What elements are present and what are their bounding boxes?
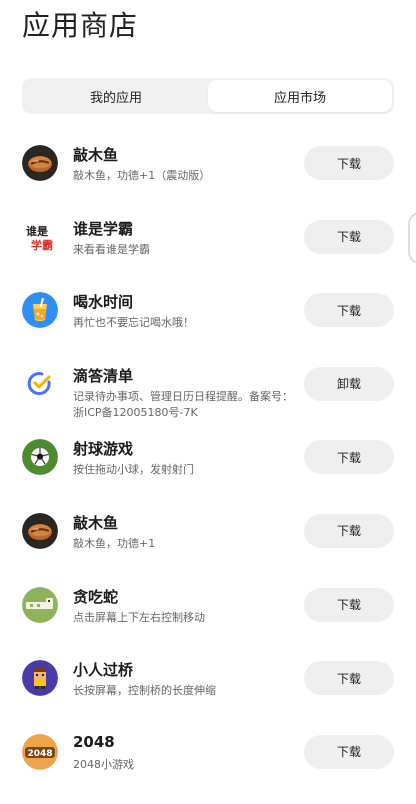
app-row[interactable]: 2048 2048 2048小游戏 下载 [0,716,416,790]
app-list: 敲木鱼 敲木鱼，功德+1（震动版） 下载 谁是 学霸 谁是学霸 来看看谁是学霸 … [0,127,416,789]
app-name: 敲木鱼 [73,146,119,164]
game-2048-icon: 2048 [22,733,58,770]
snake-icon [22,586,58,623]
scholar-icon-line1: 谁是 [26,224,49,238]
app-row[interactable]: 贪吃蛇 点击屏幕上下左右控制移动 下载 [0,569,416,643]
soccer-ball-icon [22,439,58,476]
app-name: 2048 [73,732,115,751]
app-name: 敲木鱼 [73,513,119,532]
app-row[interactable]: 射球游戏 按住拖动小球，发射射门 下载 [0,421,416,495]
app-name: 射球游戏 [73,440,134,459]
wooden-fish-icon [22,145,58,181]
app-desc: 长按屏幕，控制桥的长度伸缩 [73,684,216,698]
scholar-icon-line2: 学霸 [31,238,53,252]
app-row[interactable]: 敲木鱼 敲木鱼，功德+1 下载 [0,495,416,569]
app-name: 谁是学霸 [73,219,134,238]
app-name: 喝水时间 [73,293,134,312]
water-cup-icon [22,292,58,329]
pixel-character-icon [22,660,58,697]
app-desc: 敲木鱼，功德+1 [73,536,156,550]
app-row[interactable]: 敲木鱼 敲木鱼，功德+1（震动版） 下载 [0,127,416,201]
scholar-text-icon: 谁是 学霸 [22,218,58,255]
tab-my-apps[interactable]: 我的应用 [24,80,208,112]
app-name: 小人过桥 [73,661,134,680]
download-button[interactable]: 下载 [304,440,394,475]
app-name: 滴答清单 [73,366,134,385]
app-row[interactable]: 喝水时间 再忙也不要忘记喝水哦！ 下载 [0,274,416,348]
download-button[interactable]: 下载 [304,661,394,696]
tab-app-market[interactable]: 应用市场 [208,80,392,112]
uninstall-button[interactable]: 卸载 [304,366,394,401]
app-row[interactable]: 滴答清单 记录待办事项、管理日历日程提醒。备案号：浙ICP备12005180号-… [0,348,416,422]
app-row[interactable]: 谁是 学霸 谁是学霸 来看看谁是学霸 下载 [0,201,416,275]
app-desc: 点击屏幕上下左右控制移动 [73,610,205,624]
download-button[interactable]: 下载 [304,293,394,328]
app-desc: 按住拖动小球，发射射门 [73,463,194,477]
app-desc: 记录待办事项、管理日历日程提醒。备案号：浙ICP备12005180号-7K [73,389,293,419]
ticktick-check-icon [22,365,58,402]
wooden-fish-icon [22,512,58,549]
app-name: 贪吃蛇 [73,587,119,606]
download-button[interactable]: 下载 [304,513,394,548]
download-button[interactable]: 下载 [304,587,394,622]
game-2048-icon-label: 2048 [27,749,52,759]
page-title: 应用商店 [22,9,139,42]
app-desc: 来看看谁是学霸 [73,242,150,256]
app-row[interactable]: 小人过桥 长按屏幕，控制桥的长度伸缩 下载 [0,642,416,716]
app-desc: 敲木鱼，功德+1（震动版） [73,169,211,182]
side-scroll-handle[interactable] [408,212,416,264]
download-button[interactable]: 下载 [304,146,394,180]
download-button[interactable]: 下载 [304,219,394,254]
download-button[interactable]: 下载 [304,734,394,769]
app-desc: 再忙也不要忘记喝水哦！ [73,316,194,330]
app-desc: 2048小游戏 [73,757,134,771]
segmented-tabs: 我的应用 应用市场 [22,78,394,114]
